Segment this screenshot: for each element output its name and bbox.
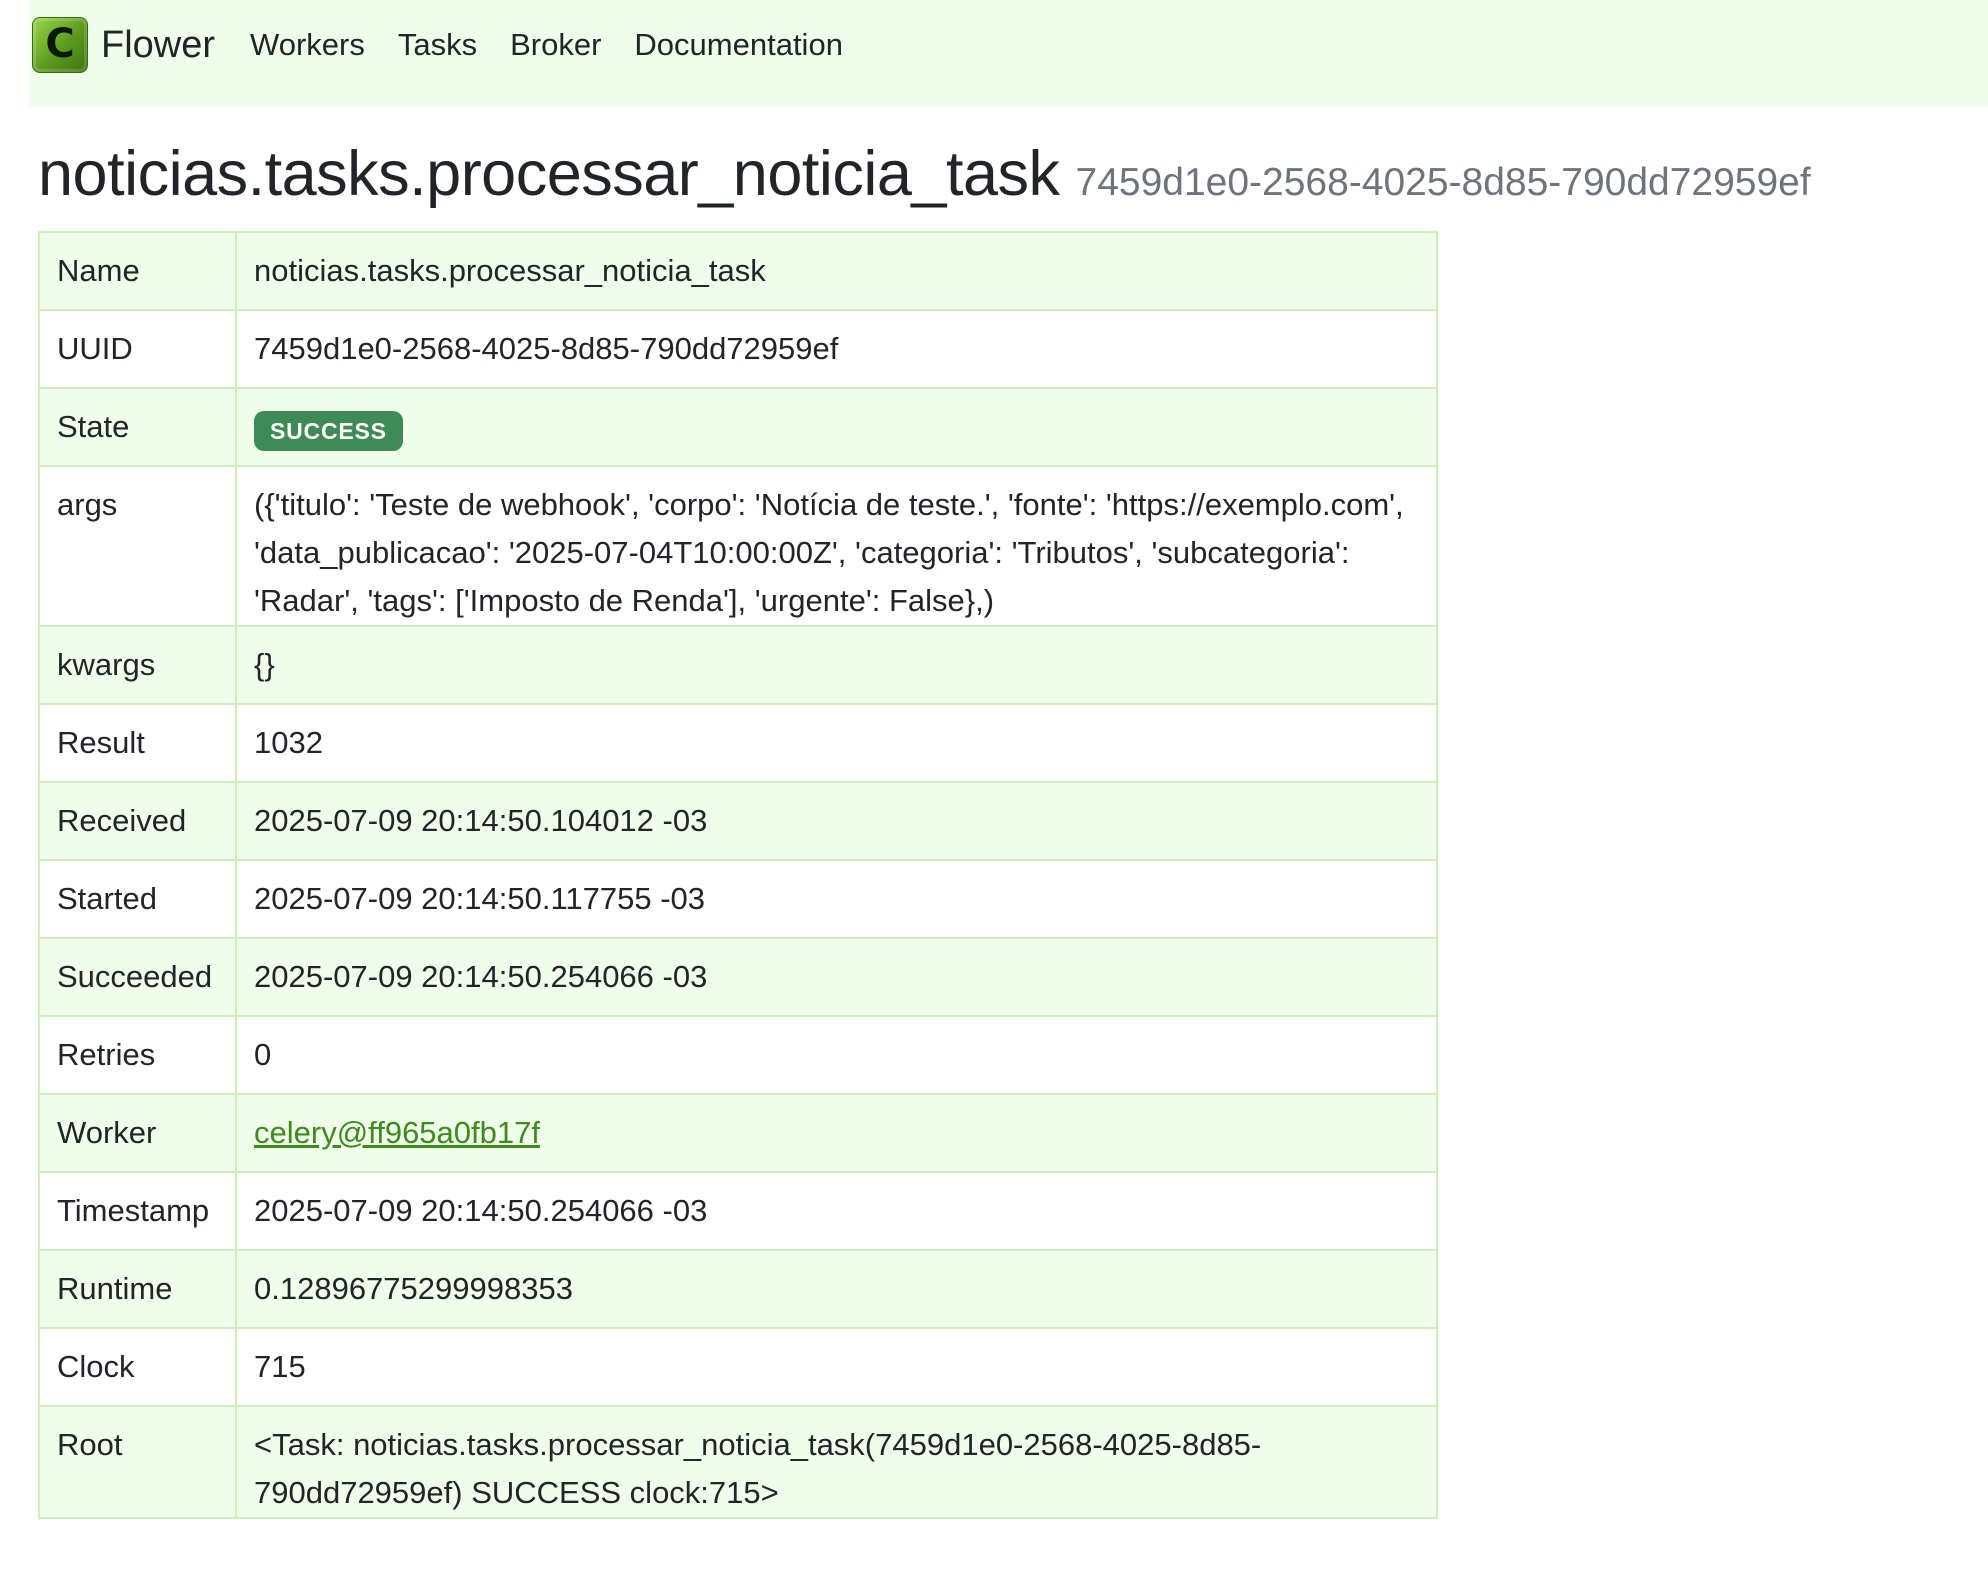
navbar: C Flower Workers Tasks Broker Documentat… — [30, 0, 1988, 106]
value-name: noticias.tasks.processar_noticia_task — [235, 231, 1438, 311]
page-title: noticias.tasks.processar_noticia_task — [38, 139, 1060, 209]
nav-workers[interactable]: Workers — [250, 27, 365, 63]
label-succeeded: Succeeded — [38, 937, 237, 1017]
value-retries: 0 — [235, 1015, 1438, 1095]
row-name: Name noticias.tasks.processar_noticia_ta… — [38, 231, 1438, 311]
label-worker: Worker — [38, 1093, 237, 1173]
row-uuid: UUID 7459d1e0-2568-4025-8d85-790dd72959e… — [38, 309, 1438, 389]
row-runtime: Runtime 0.12896775299998353 — [38, 1249, 1438, 1329]
value-received: 2025-07-09 20:14:50.104012 -03 — [235, 781, 1438, 861]
task-details-table: Name noticias.tasks.processar_noticia_ta… — [38, 231, 1438, 1519]
page-subtitle-uuid: 7459d1e0-2568-4025-8d85-790dd72959ef — [1075, 161, 1811, 204]
label-state: State — [38, 387, 237, 467]
worker-link[interactable]: celery@ff965a0fb17f — [254, 1115, 540, 1150]
brand-name: Flower — [101, 23, 216, 66]
value-result: 1032 — [235, 703, 1438, 783]
row-received: Received 2025-07-09 20:14:50.104012 -03 — [38, 781, 1438, 861]
label-timestamp: Timestamp — [38, 1171, 237, 1251]
celery-logo-icon: C — [32, 17, 88, 73]
row-retries: Retries 0 — [38, 1015, 1438, 1095]
label-uuid: UUID — [38, 309, 237, 389]
label-root: Root — [38, 1405, 237, 1519]
nav-links: Workers Tasks Broker Documentation — [250, 27, 876, 63]
label-runtime: Runtime — [38, 1249, 237, 1329]
label-result: Result — [38, 703, 237, 783]
label-clock: Clock — [38, 1327, 237, 1407]
value-root: <Task: noticias.tasks.processar_noticia_… — [235, 1405, 1438, 1519]
nav-documentation[interactable]: Documentation — [634, 27, 843, 63]
row-state: State SUCCESS — [38, 387, 1438, 467]
value-clock: 715 — [235, 1327, 1438, 1407]
row-timestamp: Timestamp 2025-07-09 20:14:50.254066 -03 — [38, 1171, 1438, 1251]
label-received: Received — [38, 781, 237, 861]
row-root: Root <Task: noticias.tasks.processar_not… — [38, 1405, 1438, 1519]
brand-link[interactable]: C Flower — [32, 17, 215, 73]
row-args: args ({'titulo': 'Teste de webhook', 'co… — [38, 465, 1438, 627]
status-badge: SUCCESS — [254, 410, 403, 451]
label-retries: Retries — [38, 1015, 237, 1095]
value-kwargs: {} — [235, 625, 1438, 705]
value-state: SUCCESS — [235, 387, 1438, 467]
label-name: Name — [38, 231, 237, 311]
nav-tasks[interactable]: Tasks — [398, 27, 477, 63]
value-started: 2025-07-09 20:14:50.117755 -03 — [235, 859, 1438, 939]
label-args: args — [38, 465, 237, 627]
row-worker: Worker celery@ff965a0fb17f — [38, 1093, 1438, 1173]
logo-letter: C — [45, 21, 75, 67]
page-header: noticias.tasks.processar_noticia_task 74… — [38, 138, 1811, 210]
value-worker: celery@ff965a0fb17f — [235, 1093, 1438, 1173]
row-result: Result 1032 — [38, 703, 1438, 783]
value-runtime: 0.12896775299998353 — [235, 1249, 1438, 1329]
row-succeeded: Succeeded 2025-07-09 20:14:50.254066 -03 — [38, 937, 1438, 1017]
label-kwargs: kwargs — [38, 625, 237, 705]
row-kwargs: kwargs {} — [38, 625, 1438, 705]
value-uuid: 7459d1e0-2568-4025-8d85-790dd72959ef — [235, 309, 1438, 389]
row-clock: Clock 715 — [38, 1327, 1438, 1407]
row-started: Started 2025-07-09 20:14:50.117755 -03 — [38, 859, 1438, 939]
value-args: ({'titulo': 'Teste de webhook', 'corpo':… — [235, 465, 1438, 627]
nav-broker[interactable]: Broker — [510, 27, 601, 63]
label-started: Started — [38, 859, 237, 939]
value-timestamp: 2025-07-09 20:14:50.254066 -03 — [235, 1171, 1438, 1251]
value-succeeded: 2025-07-09 20:14:50.254066 -03 — [235, 937, 1438, 1017]
